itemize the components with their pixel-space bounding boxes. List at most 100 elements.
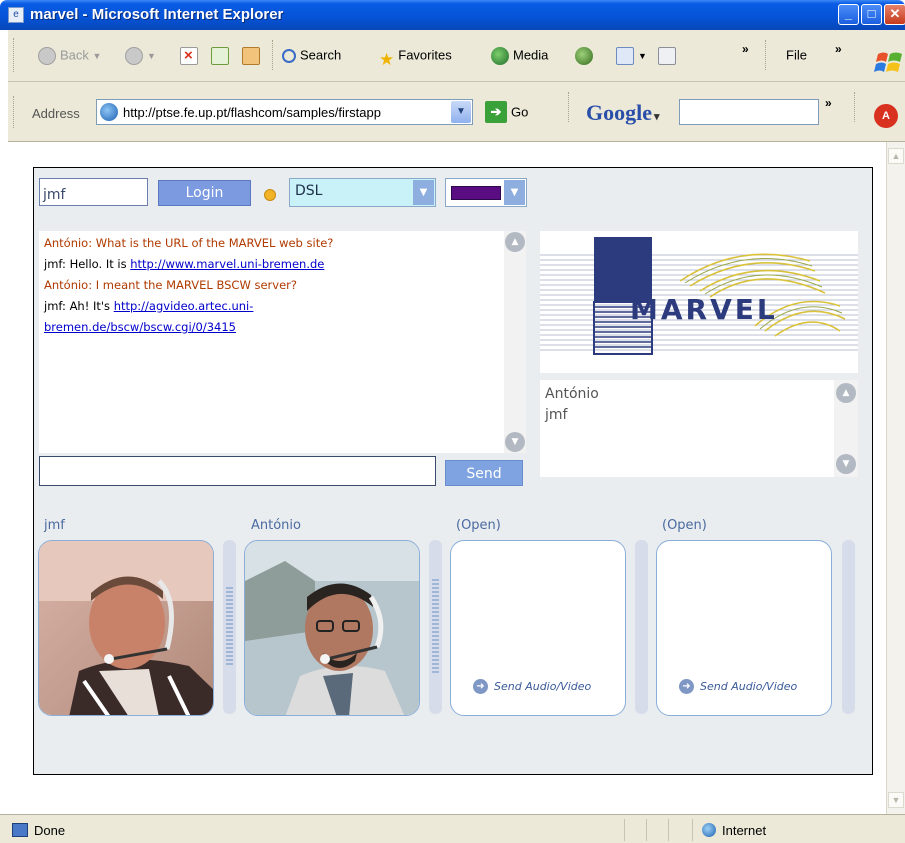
scroll-down-icon[interactable]: ▼ [505,432,525,452]
favorites-button[interactable]: ★ Favorites [379,42,452,69]
status-separator [646,819,647,841]
arrow-right-circle-icon: ➜ [679,679,694,694]
status-separator [624,819,625,841]
menu-more-chevron[interactable]: » [835,42,842,56]
google-toolbar-button[interactable]: Google ▾ [586,100,660,126]
chat-link[interactable]: bremen.de/bscw/bscw.cgi/0/3415 [44,320,236,334]
window-title: marvel - Microsoft Internet Explorer [30,6,284,23]
home-button[interactable] [242,42,264,68]
scroll-up-icon[interactable]: ▲ [888,148,904,164]
chat-link[interactable]: http://www.marvel.uni-bremen.de [130,257,324,271]
address-dropdown-icon[interactable]: ▼ [451,101,471,123]
go-label: Go [511,104,529,120]
close-button[interactable]: ✕ [884,4,905,25]
toolbar-separator [765,40,766,70]
pdf-icon[interactable]: A [874,104,898,128]
username-input[interactable]: jmf [39,178,148,206]
google-dropdown-icon: ▾ [654,111,660,123]
chat-scrollbar[interactable]: ▲ ▼ [504,231,526,453]
windows-logo-icon [874,52,902,72]
av-video-antonio [244,540,420,716]
maximize-button[interactable]: □ [861,4,882,25]
chat-message: jmf: Hello. It is http://www.marvel.uni-… [39,254,504,275]
chat-history: António: What is the URL of the MARVEL w… [39,231,526,453]
audio-level-meter [842,540,855,714]
chat-link[interactable]: http://agvideo.artec.uni- [114,299,254,313]
google-logo: Google [586,100,652,125]
toolbar-grip[interactable] [13,96,16,128]
scroll-down-icon[interactable]: ▼ [836,454,856,474]
mail-dropdown-icon: ▼ [638,51,647,61]
google-more-chevron[interactable]: » [825,96,832,110]
status-separator [668,819,669,841]
user-list-scrollbar[interactable]: ▲ ▼ [834,380,858,477]
print-button[interactable] [658,42,680,68]
login-button[interactable]: Login [158,180,251,206]
toolbar-more-chevron[interactable]: » [742,42,749,56]
address-field[interactable]: http://ptse.fe.up.pt/flashcom/samples/fi… [96,99,473,125]
file-menu[interactable]: File [786,42,807,68]
user-list: António jmf ▲ ▼ [540,380,858,477]
user-list-item[interactable]: António [545,386,599,402]
google-search-input[interactable] [679,99,819,125]
back-dropdown-icon: ▼ [92,51,102,61]
av-slot-label: (Open) [662,518,707,533]
go-button[interactable]: ➔ Go [485,101,528,123]
toolbar-grip[interactable] [13,38,16,72]
color-swatch [451,186,501,200]
window-titlebar: e marvel - Microsoft Internet Explorer _… [0,0,905,30]
file-menu-label: File [786,47,807,63]
chevron-down-icon[interactable]: ▼ [504,180,525,205]
refresh-button[interactable] [211,42,233,68]
user-list-item[interactable]: jmf [545,407,567,423]
status-text: Done [34,823,66,838]
scroll-down-icon[interactable]: ▼ [888,792,904,808]
message-input[interactable] [39,456,436,486]
page-icon [100,103,118,121]
arrow-right-circle-icon: ➜ [473,679,488,694]
refresh-icon [211,46,229,65]
send-audio-video-button[interactable]: ➜ Send Audio/Video [473,679,591,694]
forward-button[interactable]: ▼ [125,42,156,68]
back-label: Back [60,47,89,63]
back-button[interactable]: Back ▼ [38,42,101,68]
color-picker[interactable]: ▼ [445,178,527,207]
send-audio-video-button[interactable]: ➜ Send Audio/Video [679,679,797,694]
audio-level-bars [432,579,439,675]
send-button[interactable]: Send [445,460,523,486]
scroll-up-icon[interactable]: ▲ [505,232,525,252]
media-label: Media [513,47,549,63]
page-scrollbar[interactable]: ▲ ▼ [886,142,905,814]
chat-message: bremen.de/bscw/bscw.cgi/0/3415 [39,317,504,338]
stop-button[interactable] [180,42,202,69]
media-button[interactable]: Media [491,42,548,68]
mail-button[interactable]: ▼ [616,42,647,68]
chat-text: António: I meant the MARVEL BSCW server? [44,278,297,292]
print-icon [658,46,676,65]
send-audio-video-label: Send Audio/Video [700,680,798,693]
address-toolbar: Address http://ptse.fe.up.pt/flashcom/sa… [8,82,905,142]
search-button[interactable]: Search [282,42,341,68]
toolbar-separator [568,92,569,122]
chat-message: António: What is the URL of the MARVEL w… [39,233,504,254]
bandwidth-select[interactable]: DSL ▼ [289,178,436,207]
chat-text: António: What is the URL of the MARVEL w… [44,236,334,250]
minimize-button[interactable]: _ [838,4,859,25]
chat-message: jmf: Ah! It's http://agvideo.artec.uni- [39,296,504,317]
av-slot-open: ➜ Send Audio/Video [450,540,626,716]
chevron-down-icon[interactable]: ▼ [413,180,434,205]
audio-level-meter [223,540,236,714]
standard-toolbar: Back ▼ ▼ Search ★Favorites Media ▼ » Fil… [8,30,905,82]
favorites-label: Favorites [398,47,452,63]
media-icon [491,46,509,65]
status-separator [692,819,693,841]
scroll-up-icon[interactable]: ▲ [836,383,856,403]
ie-page-icon: e [8,7,24,23]
marvel-logo: MARVEL [540,237,858,355]
history-button[interactable] [575,42,597,68]
send-audio-video-label: Send Audio/Video [494,680,592,693]
security-zone: Internet [722,823,767,838]
status-bar: Done Internet [0,814,905,843]
chat-text: jmf: Ah! It's [44,299,114,313]
address-url[interactable]: http://ptse.fe.up.pt/flashcom/samples/fi… [123,105,448,120]
